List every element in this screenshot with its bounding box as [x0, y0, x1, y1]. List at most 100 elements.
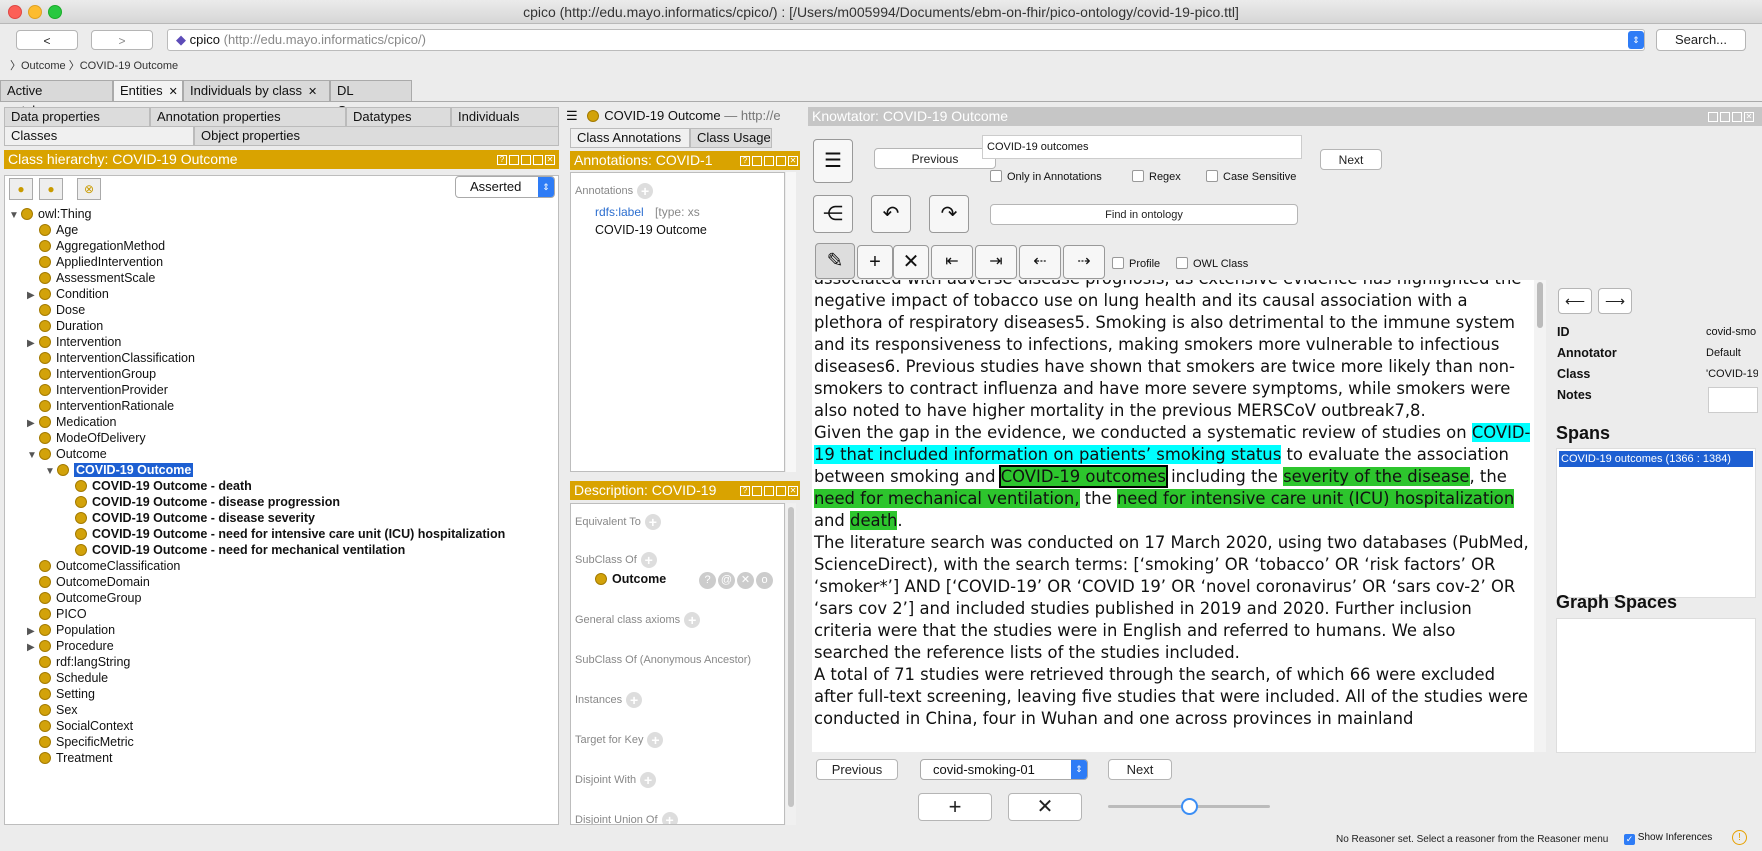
tab-data-properties[interactable]: Data properties	[4, 107, 150, 127]
grow-end-icon[interactable]: ⇥	[975, 245, 1017, 279]
delete-class-icon[interactable]: ⊗	[77, 178, 101, 200]
add-icon[interactable]: +	[626, 692, 643, 708]
tab-dl-query[interactable]: DL Query✕	[330, 80, 412, 118]
tree-node[interactable]: InterventionClassification	[27, 350, 195, 366]
tree-node[interactable]: OutcomeDomain	[27, 574, 150, 590]
checkbox[interactable]	[1176, 257, 1188, 269]
annotation-highlight[interactable]: COVID-19 outcomes	[998, 465, 1168, 488]
subclass-row[interactable]: Outcome	[595, 572, 666, 586]
add-icon[interactable]: +	[661, 812, 678, 824]
shrink-start-icon[interactable]: ⇤	[931, 245, 973, 279]
scrollbar[interactable]	[786, 172, 796, 472]
tree-node[interactable]: PICO	[27, 606, 87, 622]
chevron-updown-icon[interactable]: ⇕	[1628, 31, 1644, 49]
subclass-row-actions[interactable]: ? @ ✕ o	[697, 572, 773, 589]
text-search-input[interactable]: COVID-19 outcomes	[982, 135, 1302, 159]
add-icon[interactable]: +	[637, 183, 654, 199]
checkbox[interactable]	[1112, 257, 1124, 269]
tree-node[interactable]: AssessmentScale	[27, 270, 155, 286]
tab-entities[interactable]: Entities ✕	[113, 80, 183, 101]
annotation-highlight[interactable]: need for mechanical ventilation,	[814, 489, 1080, 508]
tree-node[interactable]: Dose	[27, 302, 85, 318]
close-icon[interactable]: ✕	[169, 86, 178, 98]
minimize-window-button[interactable]	[28, 5, 42, 19]
document-select[interactable]: covid-smoking-01 ⇕	[920, 759, 1088, 780]
annotated-document-text[interactable]: associated with adverse disease prognosi…	[812, 280, 1534, 752]
add-document-button[interactable]: +	[918, 793, 992, 821]
zoom-slider[interactable]	[1108, 798, 1270, 815]
next-document-button[interactable]: Next	[1108, 759, 1172, 780]
scrollbar[interactable]	[1534, 280, 1546, 752]
annotation-property[interactable]: rdfs:label	[595, 205, 644, 219]
tab-class-usage[interactable]: Class Usage	[690, 128, 772, 148]
tree-node[interactable]: SpecificMetric	[27, 734, 134, 750]
close-icon[interactable]: ✕	[308, 86, 317, 98]
grow-start-icon[interactable]: ⇢	[1063, 245, 1105, 279]
checkbox[interactable]	[1206, 170, 1218, 182]
expand-down-icon[interactable]: ▼	[27, 448, 39, 464]
breadcrumb-item[interactable]: Outcome	[21, 60, 66, 72]
find-in-ontology-button[interactable]: Find in ontology	[990, 204, 1298, 225]
tree-node[interactable]: Setting	[27, 686, 95, 702]
notes-field[interactable]	[1708, 387, 1758, 413]
expand-down-icon[interactable]: ▼	[9, 208, 21, 224]
tab-datatypes[interactable]: Datatypes	[346, 107, 451, 127]
tree-node[interactable]: COVID-19 Outcome - need for intensive ca…	[63, 526, 505, 542]
ontology-selector[interactable]: ◆ cpico (http://edu.mayo.informatics/cpi…	[167, 29, 1645, 51]
tree-node[interactable]: Schedule	[27, 670, 108, 686]
annotation-highlight[interactable]: death	[850, 511, 898, 530]
tree-node[interactable]: COVID-19 Outcome - disease progression	[63, 494, 340, 510]
redo-icon[interactable]: ↷	[929, 195, 969, 233]
breadcrumb-item[interactable]: COVID-19 Outcome	[80, 60, 178, 72]
tree-node[interactable]: InterventionProvider	[27, 382, 168, 398]
add-subclass-icon[interactable]: ●	[9, 178, 33, 200]
undo-icon[interactable]: ↶	[871, 195, 911, 233]
warning-icon[interactable]: !	[1732, 830, 1747, 845]
tree-node[interactable]: Sex	[27, 702, 78, 718]
remove-document-button[interactable]: ✕	[1008, 793, 1082, 821]
previous-span-button[interactable]: ⟵	[1558, 288, 1592, 314]
tree-node[interactable]: rdf:langString	[27, 654, 130, 670]
owl-class-filter[interactable]: OWL Class	[1176, 257, 1248, 270]
add-sibling-icon[interactable]: ●	[39, 178, 63, 200]
checkbox-checked-icon[interactable]: ✓	[1624, 834, 1635, 845]
expand-down-icon[interactable]: ▼	[45, 464, 57, 480]
search-button[interactable]: Search...	[1656, 29, 1746, 51]
tab-class-annotations[interactable]: Class Annotations	[570, 128, 690, 148]
tree-node[interactable]: AppliedIntervention	[27, 254, 163, 270]
only-in-annotations-option[interactable]: Only in Annotations	[990, 170, 1102, 183]
previous-document-button[interactable]: Previous	[816, 759, 898, 780]
checkbox[interactable]	[1132, 170, 1144, 182]
forward-button[interactable]: >	[91, 30, 153, 50]
tree-node[interactable]: COVID-19 Outcome - need for mechanical v…	[63, 542, 405, 558]
tab-object-properties[interactable]: Object properties	[194, 126, 559, 146]
tree-node[interactable]: Duration	[27, 318, 103, 334]
span-list-item[interactable]: COVID-19 outcomes (1366 : 1384)	[1559, 451, 1753, 467]
show-inferences-option[interactable]: ✓ Show Inferences	[1624, 832, 1712, 845]
previous-match-button[interactable]: Previous	[874, 148, 996, 169]
pencil-icon[interactable]: ✎	[815, 243, 855, 279]
close-window-button[interactable]	[8, 5, 22, 19]
remove-annotation-icon[interactable]: ✕	[893, 245, 929, 279]
add-icon[interactable]: +	[684, 612, 701, 628]
tree-node[interactable]: OutcomeClassification	[27, 558, 180, 574]
back-button[interactable]: <	[16, 30, 78, 50]
panel-window-controls[interactable]: ✕	[1706, 107, 1754, 126]
tab-annotation-properties[interactable]: Annotation properties	[150, 107, 346, 127]
add-icon[interactable]: +	[640, 772, 657, 788]
zoom-window-button[interactable]	[48, 5, 62, 19]
tree-node[interactable]: Treatment	[27, 750, 113, 766]
shrink-end-icon[interactable]: ⇠	[1019, 245, 1061, 279]
tab-individuals[interactable]: Individuals	[451, 107, 559, 127]
add-icon[interactable]: +	[640, 552, 657, 568]
add-icon[interactable]: +	[647, 732, 664, 748]
tree-node[interactable]: SocialContext	[27, 718, 133, 734]
tree-node[interactable]: InterventionRationale	[27, 398, 174, 414]
next-match-button[interactable]: Next	[1320, 149, 1382, 170]
checkbox[interactable]	[990, 170, 1002, 182]
slider-knob[interactable]	[1181, 798, 1198, 815]
case-sensitive-option[interactable]: Case Sensitive	[1206, 170, 1296, 183]
tab-individuals-by-class[interactable]: Individuals by class ✕	[183, 80, 330, 101]
tree-node[interactable]: Age	[27, 222, 78, 238]
tab-classes[interactable]: Classes	[4, 126, 194, 146]
